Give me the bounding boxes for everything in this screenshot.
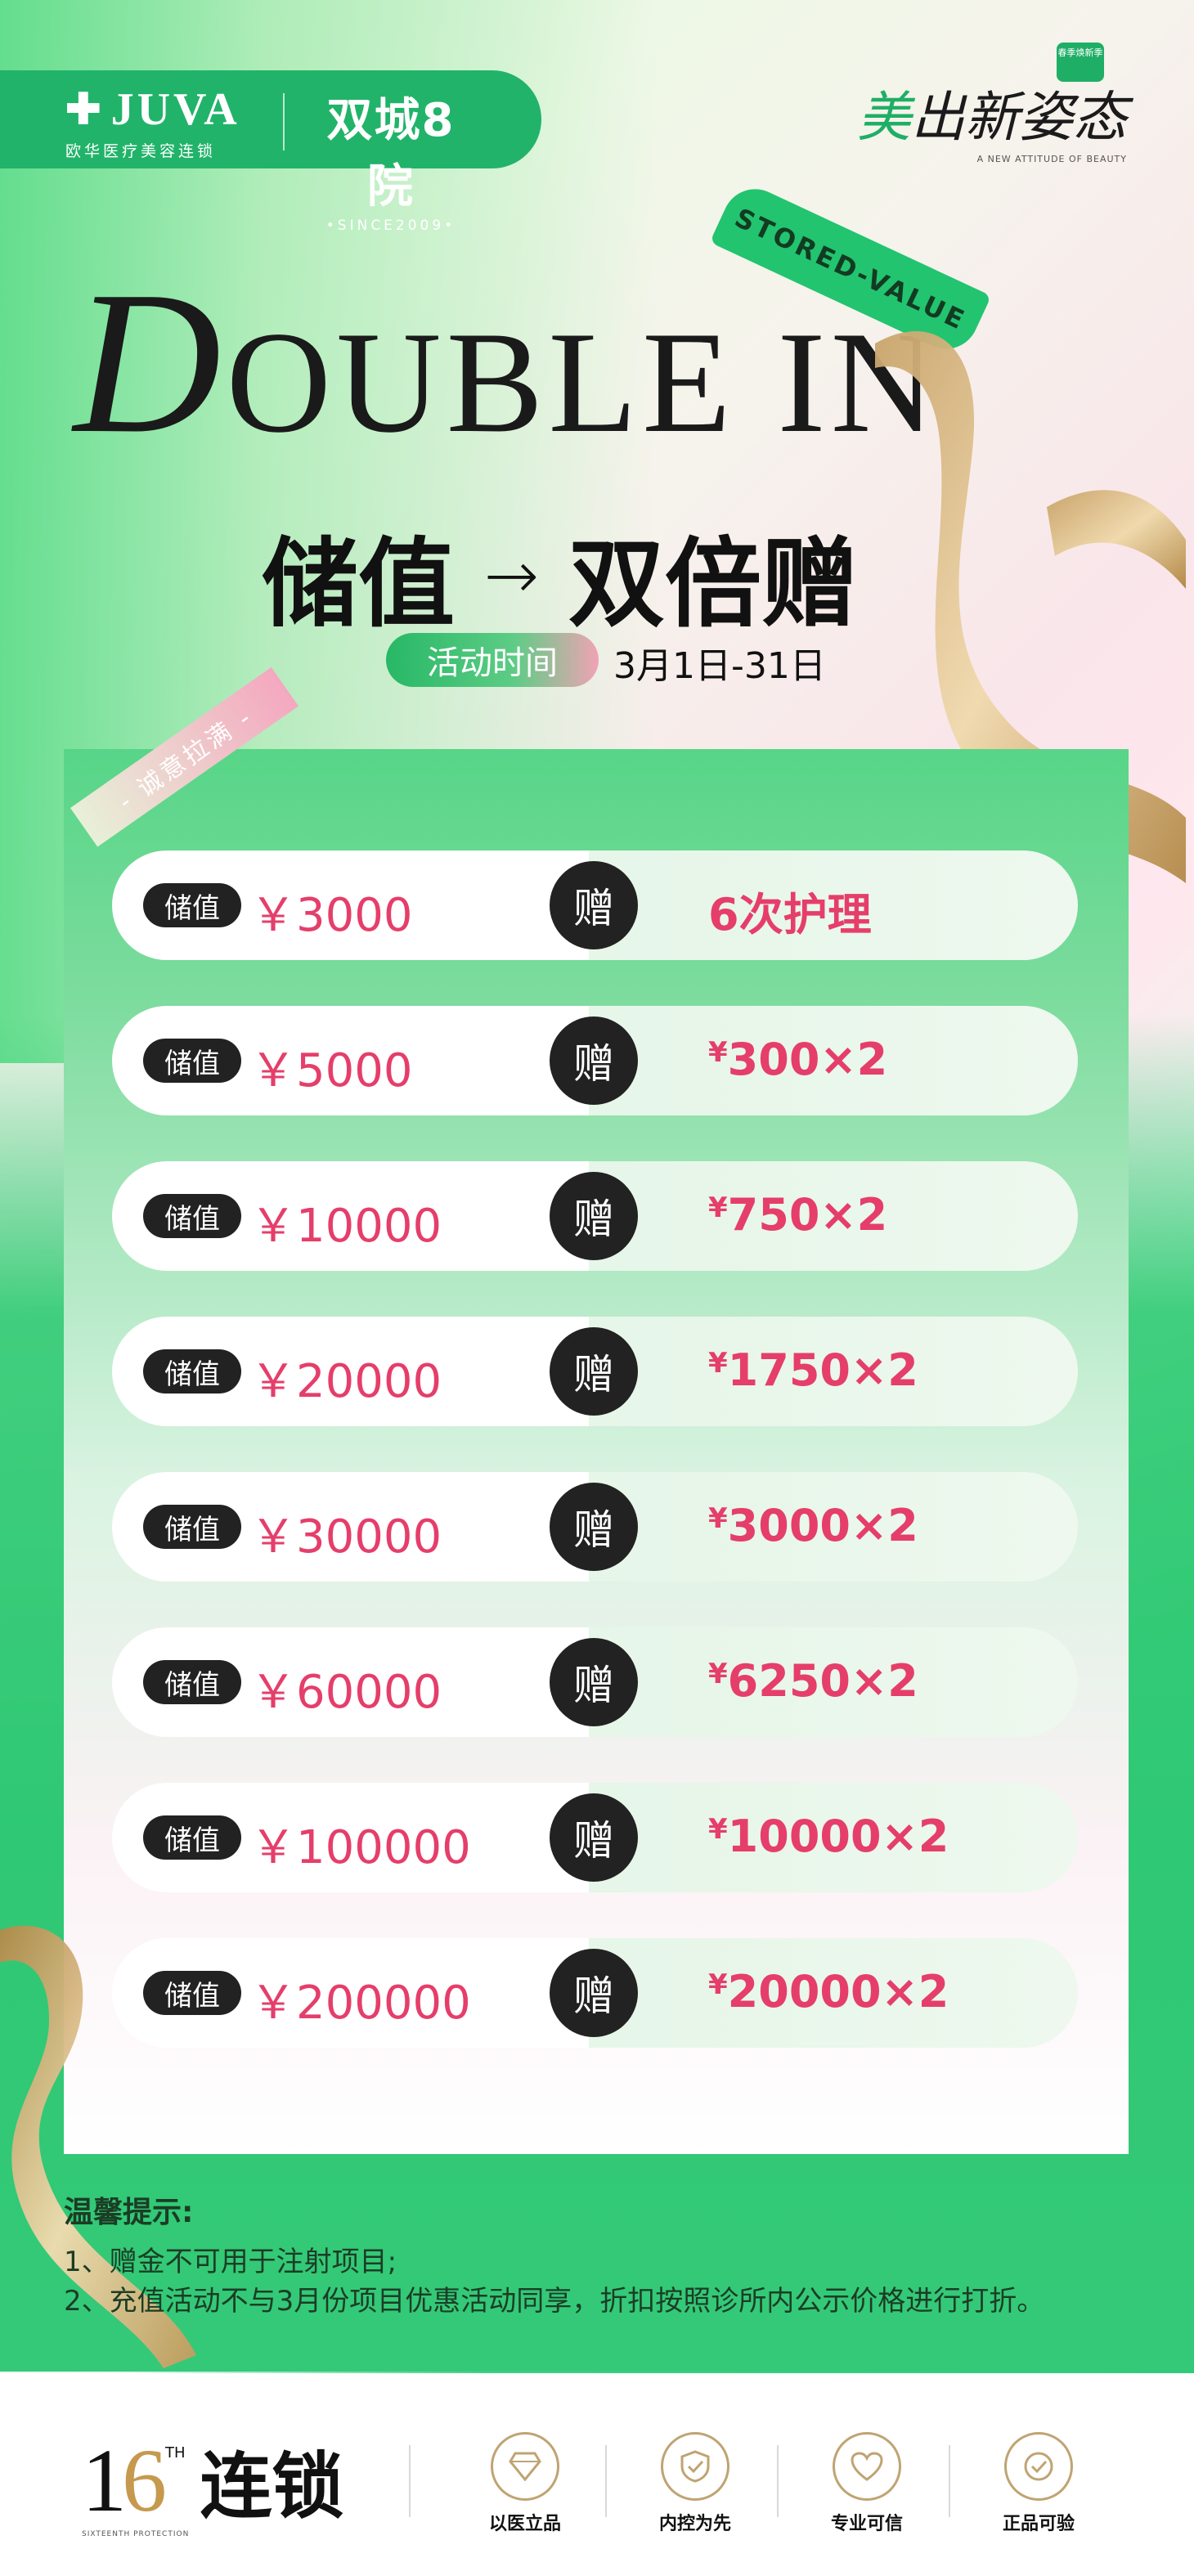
gift-badge: 赠 [550, 1016, 638, 1105]
gift-yen-symbol: ¥ [708, 1813, 728, 1846]
brand-title-block: 双城8院 •SINCE2009• [309, 83, 473, 234]
arrow-right-icon: → [484, 537, 540, 613]
gift-value-text: 3000×2 [727, 1500, 918, 1551]
gift-yen-symbol: ¥ [708, 1502, 728, 1535]
gift-value: ¥10000×2 [708, 1811, 949, 1862]
footer-separator [777, 2445, 779, 2517]
heart-icon [833, 2432, 901, 2501]
stored-value-amount: ￥60000 [250, 1666, 442, 1719]
gift-value-text: 20000×2 [727, 1966, 949, 2017]
gift-value-text: 6250×2 [727, 1655, 918, 1707]
gift-value: ¥6250×2 [708, 1655, 918, 1707]
date-value: 3月1日-31日 [613, 645, 826, 687]
stored-value-label: 储值 [143, 1039, 241, 1083]
footer-separator [409, 2445, 411, 2517]
badge-label: 专业可信 [830, 2514, 903, 2534]
gift-yen-symbol: ¥ [708, 1036, 728, 1069]
gift-value: ¥750×2 [708, 1189, 887, 1241]
stored-value-label: 储值 [143, 1505, 241, 1549]
brand-logo-text: JUVA [110, 84, 240, 135]
badge-professional: 专业可信 [810, 2432, 924, 2535]
gift-badge: 赠 [550, 1327, 638, 1416]
gift-value: 6次护理 [708, 878, 872, 943]
gift-value-text: 10000×2 [727, 1811, 949, 1862]
badge-label: 内控为先 [658, 2514, 731, 2534]
badge-label: 正品可验 [1002, 2514, 1075, 2534]
badge-label: 以医立品 [488, 2514, 561, 2534]
title-cn-left: 储值 [262, 527, 456, 640]
stored-value-amount: ￥20000 [250, 1355, 442, 1408]
gift-badge: 赠 [550, 1172, 638, 1260]
slogan-subtitle: A NEW ATTITUDE OF BEAUTY [976, 154, 1127, 164]
gift-value-text: 1750×2 [727, 1344, 918, 1396]
brand-since: •SINCE2009• [325, 218, 456, 234]
footer-logo-subtitle: SIXTEENTH PROTECTION [82, 2530, 190, 2538]
stored-value-label: 储值 [143, 1815, 241, 1860]
badge-medical-quality: 以医立品 [468, 2432, 582, 2535]
badge-internal-control: 内控为先 [638, 2432, 752, 2535]
stored-value-label: 储值 [143, 883, 241, 927]
slogan-text: 美出新姿态 [857, 86, 1127, 149]
footer-separator [605, 2445, 607, 2517]
footer-logo: 16 TH 连锁 [82, 2429, 344, 2533]
stored-value-amount: ￥10000 [250, 1200, 442, 1253]
brand-logo: ✚ JUVA [65, 83, 240, 136]
diamond-icon [491, 2432, 559, 2501]
tips-section: 温馨提示: 1、赠金不可用于注射项目; 2、充值活动不与3月份项目优惠活动同享，… [64, 2188, 1044, 2321]
brand-subtitle: 欧华医疗美容连锁 [65, 142, 217, 160]
tips-title: 温馨提示: [64, 2196, 194, 2229]
footer-logo-th: TH [165, 2444, 186, 2462]
gift-yen-symbol: ¥ [708, 1968, 728, 2001]
date-label-pill: 活动时间 [386, 633, 599, 687]
footer-logo-text: 连锁 [200, 2444, 344, 2529]
gift-badge: 赠 [550, 1793, 638, 1882]
brand-title: 双城8院 [326, 94, 456, 213]
brand-logo-block: ✚ JUVA 欧华医疗美容连锁 [65, 83, 240, 161]
slogan: 美出新姿态 A NEW ATTITUDE OF BEAUTY [857, 74, 1127, 164]
badge-verified: 正品可验 [981, 2432, 1096, 2535]
gift-yen-symbol: ¥ [708, 1658, 728, 1690]
tips-line-2: 2、充值活动不与3月份项目优惠活动同享，折扣按照诊所内公示价格进行打折。 [64, 2285, 1045, 2318]
stored-value-label: 储值 [143, 1349, 241, 1393]
gift-value-text: 300×2 [727, 1034, 888, 1085]
title-english-initial: D [74, 249, 227, 476]
verified-icon [1004, 2432, 1073, 2501]
brand-divider [283, 93, 285, 150]
gift-value: ¥3000×2 [708, 1500, 918, 1551]
stored-value-amount: ￥200000 [250, 1977, 471, 2030]
stored-value-amount: ￥5000 [250, 1044, 413, 1097]
footer-separator [949, 2445, 950, 2517]
gift-value: ¥1750×2 [708, 1344, 918, 1396]
gift-badge: 赠 [550, 1483, 638, 1571]
gift-yen-symbol: ¥ [708, 1347, 728, 1380]
tips-line-1: 1、赠金不可用于注射项目; [64, 2246, 397, 2278]
footer-logo-digit-1: 1 [82, 2430, 127, 2530]
plus-icon: ✚ [65, 87, 105, 133]
footer-logo-digit-2: 6 [122, 2430, 167, 2530]
title-english-rest: OUBLE IN [226, 301, 941, 463]
gift-value: ¥300×2 [708, 1034, 887, 1085]
stored-value-label: 储值 [143, 1194, 241, 1238]
shield-icon [661, 2432, 729, 2501]
gift-value-text: 750×2 [727, 1189, 888, 1241]
gift-badge: 赠 [550, 1949, 638, 2037]
stored-value-label: 储值 [143, 1660, 241, 1704]
gift-yen-symbol: ¥ [708, 1192, 728, 1224]
gift-value: ¥20000×2 [708, 1966, 949, 2017]
gift-value-text: 6次护理 [708, 889, 872, 940]
gift-badge: 赠 [550, 1638, 638, 1726]
stored-value-amount: ￥100000 [250, 1821, 471, 1874]
gift-badge: 赠 [550, 861, 638, 949]
title-cn-right: 双倍赠 [568, 527, 859, 640]
title-chinese: 储值 → 双倍赠 [262, 505, 858, 645]
footer-logo-number: 16 [82, 2429, 167, 2533]
stored-value-amount: ￥30000 [250, 1510, 442, 1564]
stored-value-amount: ￥3000 [250, 889, 413, 942]
